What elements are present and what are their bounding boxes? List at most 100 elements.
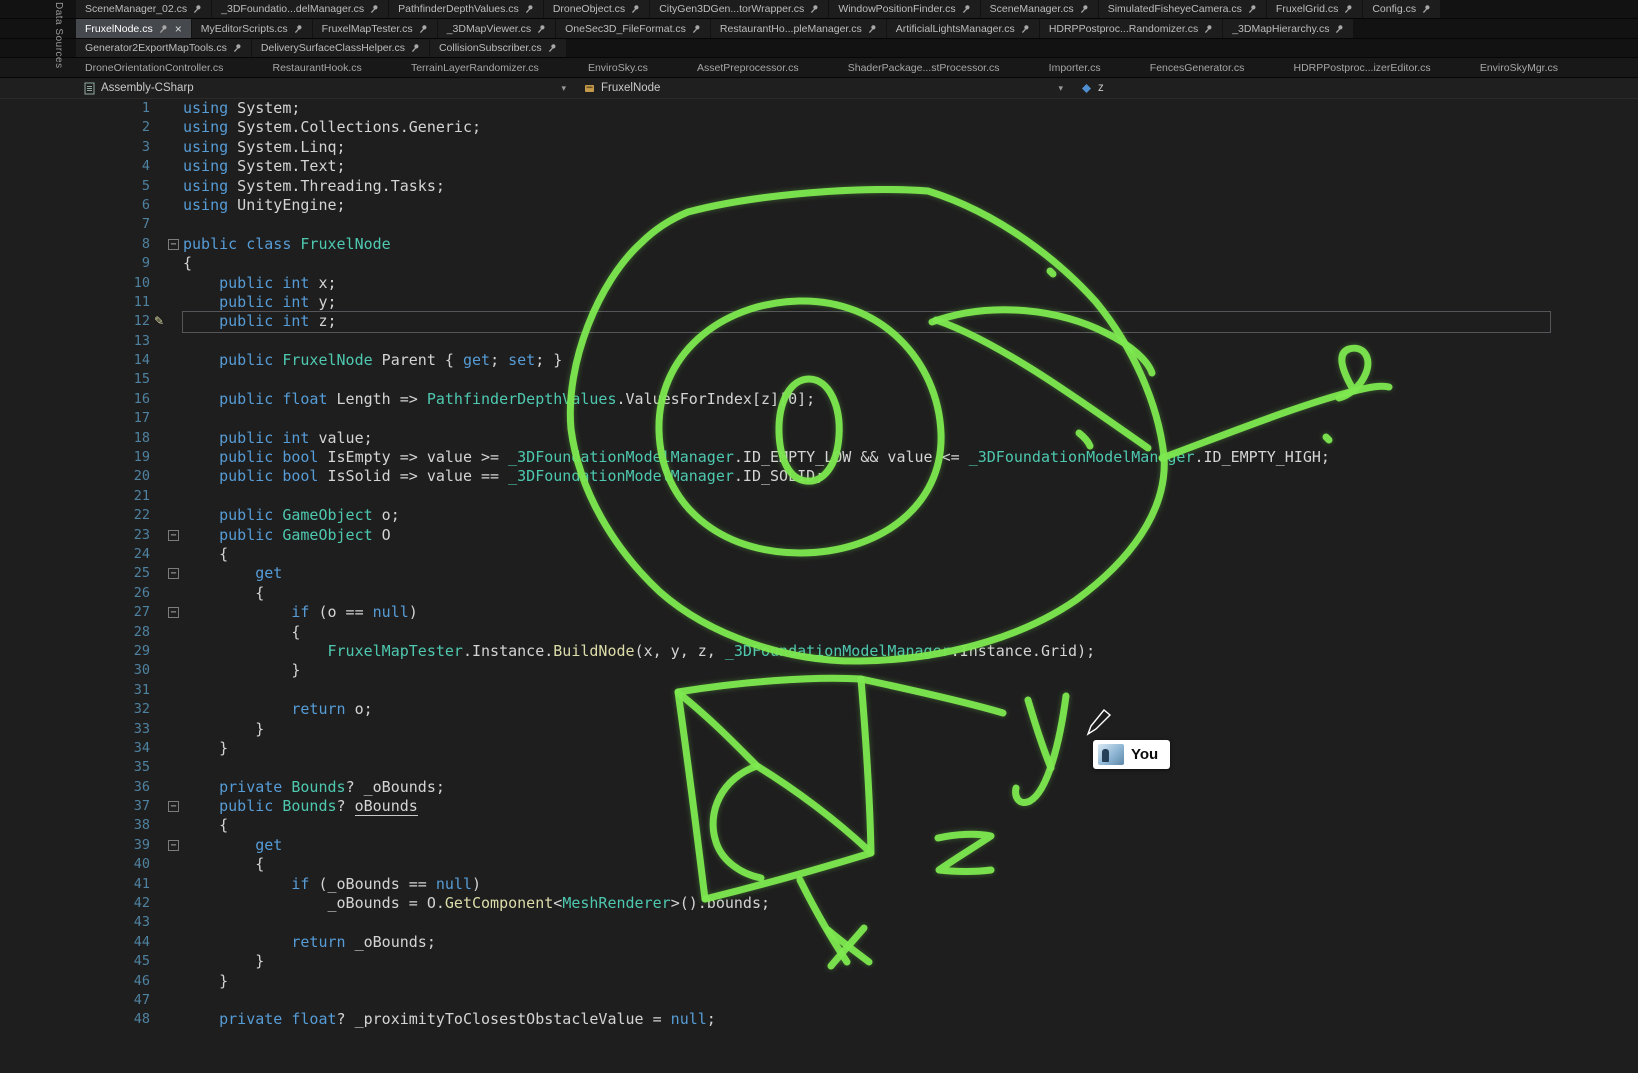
document-tab[interactable]: HDRPPostproc...Randomizer.cs ×: [1040, 19, 1222, 38]
pin-icon[interactable]: [232, 43, 242, 53]
code-text[interactable]: }: [183, 739, 1550, 758]
code-text[interactable]: [183, 215, 1550, 234]
code-text[interactable]: [183, 370, 1550, 389]
code-text[interactable]: public int z;: [183, 312, 1550, 331]
pin-icon[interactable]: [1203, 24, 1213, 34]
document-tab[interactable]: SceneManager_02.cs ×: [76, 0, 211, 18]
document-tab[interactable]: FruxelMapTester.cs ×: [313, 19, 437, 38]
fold-collapse-icon[interactable]: −: [168, 607, 179, 618]
code-text[interactable]: public float Length => PathfinderDepthVa…: [183, 390, 1550, 409]
pin-icon[interactable]: [1343, 4, 1353, 14]
document-tab[interactable]: EnviroSkyMgr.cs ×: [1471, 58, 1567, 77]
pin-icon[interactable]: [867, 24, 877, 34]
document-tab[interactable]: FruxelNode.cs ×: [76, 19, 191, 38]
pin-icon[interactable]: [1421, 4, 1431, 14]
code-text[interactable]: using System;: [183, 99, 1550, 118]
code-text[interactable]: public class FruxelNode: [183, 235, 1550, 254]
close-icon[interactable]: ×: [173, 23, 182, 35]
document-tab[interactable]: TerrainLayerRandomizer.cs ×: [402, 58, 548, 77]
document-tab[interactable]: FencesGenerator.cs ×: [1141, 58, 1254, 77]
code-text[interactable]: public Bounds? oBounds: [183, 797, 1550, 816]
code-text[interactable]: public int value;: [183, 429, 1550, 448]
code-text[interactable]: return _oBounds;: [183, 933, 1550, 952]
document-tab[interactable]: _3DFoundatio...delManager.cs ×: [212, 0, 388, 18]
document-tab[interactable]: ShaderPackage...stProcessor.cs ×: [839, 58, 1009, 77]
code-text[interactable]: return o;: [183, 700, 1550, 719]
tool-tab-data-sources[interactable]: Data Sources: [53, 2, 64, 74]
code-text[interactable]: [183, 758, 1550, 777]
code-text[interactable]: private float? _proximityToClosestObstac…: [183, 1010, 1550, 1029]
code-text[interactable]: get: [183, 564, 1550, 583]
code-text[interactable]: if (o == null): [183, 603, 1550, 622]
project-dropdown[interactable]: Assembly-CSharp ▾: [75, 78, 575, 98]
document-tab[interactable]: Generator2ExportMapTools.cs ×: [76, 39, 251, 57]
pin-icon[interactable]: [1020, 24, 1030, 34]
pin-icon[interactable]: [809, 4, 819, 14]
document-tab[interactable]: Importer.cs ×: [1040, 58, 1110, 77]
document-tab[interactable]: DroneOrientationController.cs ×: [76, 58, 232, 77]
code-text[interactable]: [183, 332, 1550, 351]
fold-collapse-icon[interactable]: −: [168, 568, 179, 579]
document-tab[interactable]: _3DMapViewer.cs ×: [438, 19, 555, 38]
code-text[interactable]: }: [183, 952, 1550, 971]
document-tab[interactable]: WindowPositionFinder.cs ×: [829, 0, 979, 18]
code-text[interactable]: public int x;: [183, 274, 1550, 293]
code-text[interactable]: }: [183, 661, 1550, 680]
document-tab[interactable]: HDRPPostproc...izerEditor.cs ×: [1285, 58, 1440, 77]
document-tab[interactable]: CollisionSubscriber.cs ×: [430, 39, 566, 57]
code-text[interactable]: }: [183, 972, 1550, 991]
code-text[interactable]: using System.Collections.Generic;: [183, 118, 1550, 137]
document-tab[interactable]: EnviroSky.cs ×: [579, 58, 657, 77]
code-text[interactable]: public GameObject O: [183, 526, 1550, 545]
document-tab[interactable]: RestaurantHook.cs ×: [264, 58, 371, 77]
pin-icon[interactable]: [961, 4, 971, 14]
code-text[interactable]: _oBounds = O.GetComponent<MeshRenderer>(…: [183, 894, 1550, 913]
code-text[interactable]: public int y;: [183, 293, 1550, 312]
fold-collapse-icon[interactable]: −: [168, 840, 179, 851]
pin-icon[interactable]: [369, 4, 379, 14]
document-tab[interactable]: MyEditorScripts.cs ×: [192, 19, 312, 38]
code-text[interactable]: [183, 681, 1550, 700]
code-editor[interactable]: 1 ✎ − using System; 2 ✎ − using System.C…: [0, 99, 1638, 1073]
code-text[interactable]: [183, 409, 1550, 428]
document-tab[interactable]: PathfinderDepthValues.cs ×: [389, 0, 543, 18]
document-tab[interactable]: RestaurantHo...pleManager.cs ×: [711, 19, 886, 38]
document-tab[interactable]: OneSec3D_FileFormat.cs ×: [556, 19, 710, 38]
pin-icon[interactable]: [192, 4, 202, 14]
document-tab[interactable]: AssetPreprocessor.cs ×: [688, 58, 808, 77]
pin-icon[interactable]: [1079, 4, 1089, 14]
code-text[interactable]: {: [183, 816, 1550, 835]
code-text[interactable]: FruxelMapTester.Instance.BuildNode(x, y,…: [183, 642, 1550, 661]
fold-collapse-icon[interactable]: −: [168, 239, 179, 250]
fold-collapse-icon[interactable]: −: [168, 530, 179, 541]
code-text[interactable]: using UnityEngine;: [183, 196, 1550, 215]
member-dropdown[interactable]: z: [1072, 78, 1638, 98]
code-text[interactable]: {: [183, 584, 1550, 603]
code-text[interactable]: {: [183, 855, 1550, 874]
pin-icon[interactable]: [1247, 4, 1257, 14]
pin-icon[interactable]: [547, 43, 557, 53]
pin-icon[interactable]: [1334, 24, 1344, 34]
document-tab[interactable]: SceneManager.cs ×: [981, 0, 1098, 18]
pin-icon[interactable]: [293, 24, 303, 34]
document-tab[interactable]: _3DMapHierarchy.cs ×: [1223, 19, 1353, 38]
document-tab[interactable]: FruxelGrid.cs ×: [1267, 0, 1362, 18]
code-text[interactable]: using System.Text;: [183, 157, 1550, 176]
document-tab[interactable]: DroneObject.cs ×: [544, 0, 649, 18]
code-text[interactable]: public bool IsEmpty => value >= _3DFound…: [183, 448, 1550, 467]
code-text[interactable]: private Bounds? _oBounds;: [183, 778, 1550, 797]
code-text[interactable]: using System.Linq;: [183, 138, 1550, 157]
pin-icon[interactable]: [630, 4, 640, 14]
pin-icon[interactable]: [410, 43, 420, 53]
pin-icon[interactable]: [418, 24, 428, 34]
pin-icon[interactable]: [536, 24, 546, 34]
pin-icon[interactable]: [691, 24, 701, 34]
code-text[interactable]: }: [183, 720, 1550, 739]
document-tab[interactable]: ArtificialLightsManager.cs ×: [887, 19, 1039, 38]
code-text[interactable]: {: [183, 545, 1550, 564]
type-dropdown[interactable]: FruxelNode ▾: [575, 78, 1072, 98]
code-text[interactable]: public FruxelNode Parent { get; set; }: [183, 351, 1550, 370]
code-text[interactable]: public bool IsSolid => value == _3DFound…: [183, 467, 1550, 486]
code-text[interactable]: using System.Threading.Tasks;: [183, 177, 1550, 196]
document-tab[interactable]: DeliverySurfaceClassHelper.cs ×: [252, 39, 429, 57]
